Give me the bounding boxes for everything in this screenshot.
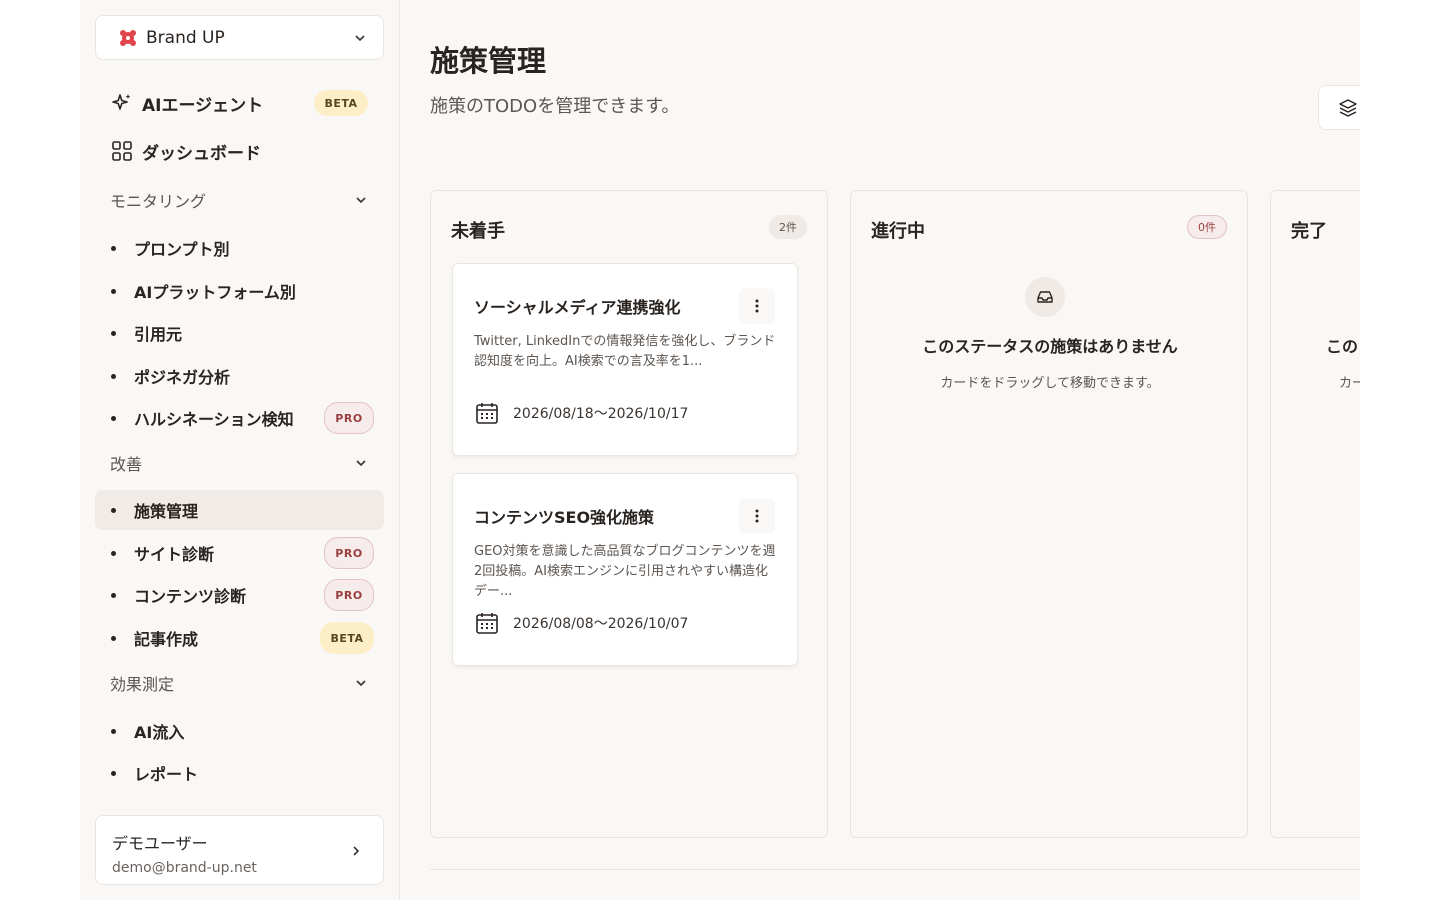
sparkle-icon — [112, 94, 131, 110]
sidebar-item-citations[interactable]: 引用元 — [95, 313, 384, 353]
nav-dashboard-label: ダッシュボード — [142, 143, 261, 164]
bullet-icon — [111, 770, 116, 776]
pro-badge: PRO — [324, 402, 374, 434]
layers-icon — [1339, 98, 1357, 117]
brand-switcher[interactable]: Brand UP — [95, 15, 384, 60]
beta-badge: BETA — [320, 622, 374, 654]
pro-badge: PRO — [324, 537, 374, 569]
kanban-column-todo: 未着手 2件 ソーシャルメディア連携強化 Twitter, LinkedInでの… — [430, 190, 828, 838]
card-title: コンテンツSEO強化施策 — [474, 508, 655, 527]
pro-badge: PRO — [324, 579, 374, 611]
bullet-icon — [111, 415, 116, 421]
bullet-icon — [111, 373, 116, 379]
chevron-down-icon — [356, 460, 366, 467]
bullet-icon — [111, 550, 116, 556]
empty-state-title: この — [1326, 337, 1359, 356]
nav-dashboard[interactable]: ダッシュボード — [110, 136, 261, 166]
card-description: Twitter, LinkedInでの情報発信を強化し、ブランド認知度を向上。A… — [474, 334, 776, 369]
calendar-icon — [476, 613, 498, 634]
chevron-right-icon — [353, 846, 360, 856]
bullet-icon — [111, 288, 116, 294]
empty-state-hint: カードをドラッグして移動できます。 — [940, 376, 1160, 391]
page-title: 施策管理 — [430, 44, 547, 78]
sidebar-item-label: 施策管理 — [134, 502, 199, 521]
initiative-card[interactable]: ソーシャルメディア連携強化 Twitter, LinkedInでの情報発信を強化… — [452, 263, 798, 456]
chevron-down-icon — [356, 680, 366, 687]
card-menu-button[interactable] — [739, 288, 775, 324]
section-improve[interactable]: 改善 — [110, 449, 368, 477]
sidebar-item-prompt[interactable]: プロンプト別 — [95, 228, 384, 268]
card-date-range: 2026/08/18〜2026/10/17 — [474, 400, 688, 426]
sidebar-item-label: ポジネガ分析 — [134, 368, 231, 387]
section-monitoring-label: モニタリング — [110, 192, 207, 211]
calendar-icon — [476, 403, 498, 424]
kebab-icon — [755, 299, 759, 313]
card-menu-button[interactable] — [739, 498, 775, 534]
sidebar-item-ai-traffic[interactable]: AI流入 — [95, 711, 384, 751]
divider — [430, 869, 1360, 870]
user-email: demo@brand-up.net — [112, 860, 257, 876]
sidebar-item-label: 記事作成 — [134, 630, 199, 649]
sidebar-item-label: ハルシネーション検知 — [134, 410, 294, 429]
bullet-icon — [111, 245, 116, 251]
bullet-icon — [111, 728, 116, 734]
page-subtitle: 施策のTODOを管理できます。 — [430, 96, 680, 117]
chevron-down-icon — [355, 34, 365, 41]
initiative-card[interactable]: コンテンツSEO強化施策 GEO対策を意識した高品質なブログコンテンツを週2回投… — [452, 473, 798, 666]
card-description: GEO対策を意識した高品質なブログコンテンツを週2回投稿。AI検索エンジンに引用… — [474, 544, 776, 599]
column-count-badge: 0件 — [1187, 215, 1227, 239]
card-date-text: 2026/08/18〜2026/10/17 — [513, 406, 689, 422]
kebab-icon — [755, 509, 759, 523]
empty-state-title: このステータスの施策はありません — [922, 337, 1178, 356]
kanban-column-done: 完了 この カー — [1270, 190, 1360, 838]
bullet-icon — [111, 592, 116, 598]
sidebar-item-initiatives[interactable]: 施策管理 — [95, 490, 384, 530]
nav-ai-agent[interactable]: AIエージェント — [110, 88, 263, 118]
column-count-badge: 2件 — [769, 215, 807, 239]
section-measure[interactable]: 効果測定 — [110, 669, 368, 697]
user-menu[interactable]: デモユーザー demo@brand-up.net — [95, 815, 384, 885]
bullet-icon — [111, 507, 116, 513]
sidebar-item-label: サイト診断 — [134, 545, 215, 564]
empty-state-hint: カー — [1339, 376, 1360, 391]
app-root: Brand UP AIエージェント BETA ダッシュボード モニタリング プロ… — [80, 0, 1360, 900]
sidebar-item-report[interactable]: レポート — [95, 753, 384, 793]
sidebar-item-label: コンテンツ診断 — [134, 587, 247, 606]
chevron-down-icon — [356, 197, 366, 204]
section-measure-label: 効果測定 — [110, 675, 175, 694]
sidebar-item-label: AIプラットフォーム別 — [134, 283, 296, 302]
sidebar-item-label: 引用元 — [134, 325, 183, 344]
card-date-range: 2026/08/08〜2026/10/07 — [474, 610, 688, 636]
kanban-column-in-progress: 進行中 0件 このステータスの施策はありません カードをドラッグして移動できます… — [850, 190, 1248, 838]
card-title: ソーシャルメディア連携強化 — [474, 298, 681, 317]
user-name: デモユーザー — [112, 834, 208, 853]
view-toggle-button[interactable] — [1318, 85, 1360, 130]
sidebar-item-label: レポート — [134, 765, 199, 784]
beta-badge: BETA — [314, 90, 368, 116]
card-date-text: 2026/08/08〜2026/10/07 — [513, 616, 689, 632]
section-improve-label: 改善 — [110, 455, 143, 474]
brand-name: Brand UP — [146, 27, 225, 48]
column-title: 未着手 — [451, 221, 505, 242]
bullet-icon — [111, 330, 116, 336]
inbox-icon — [1025, 277, 1065, 317]
nav-ai-agent-label: AIエージェント — [142, 95, 264, 116]
sidebar: Brand UP AIエージェント BETA ダッシュボード モニタリング プロ… — [80, 0, 400, 900]
grid-icon — [112, 141, 132, 161]
column-title: 完了 — [1291, 221, 1327, 242]
sidebar-item-sentiment[interactable]: ポジネガ分析 — [95, 356, 384, 396]
section-monitoring[interactable]: モニタリング — [110, 186, 368, 214]
sidebar-item-ai-platform[interactable]: AIプラットフォーム別 — [95, 271, 384, 311]
bullet-icon — [111, 635, 116, 641]
brand-logo-icon — [120, 29, 136, 46]
sidebar-item-label: AI流入 — [134, 723, 185, 742]
sidebar-item-label: プロンプト別 — [134, 240, 230, 259]
column-title: 進行中 — [871, 221, 925, 242]
